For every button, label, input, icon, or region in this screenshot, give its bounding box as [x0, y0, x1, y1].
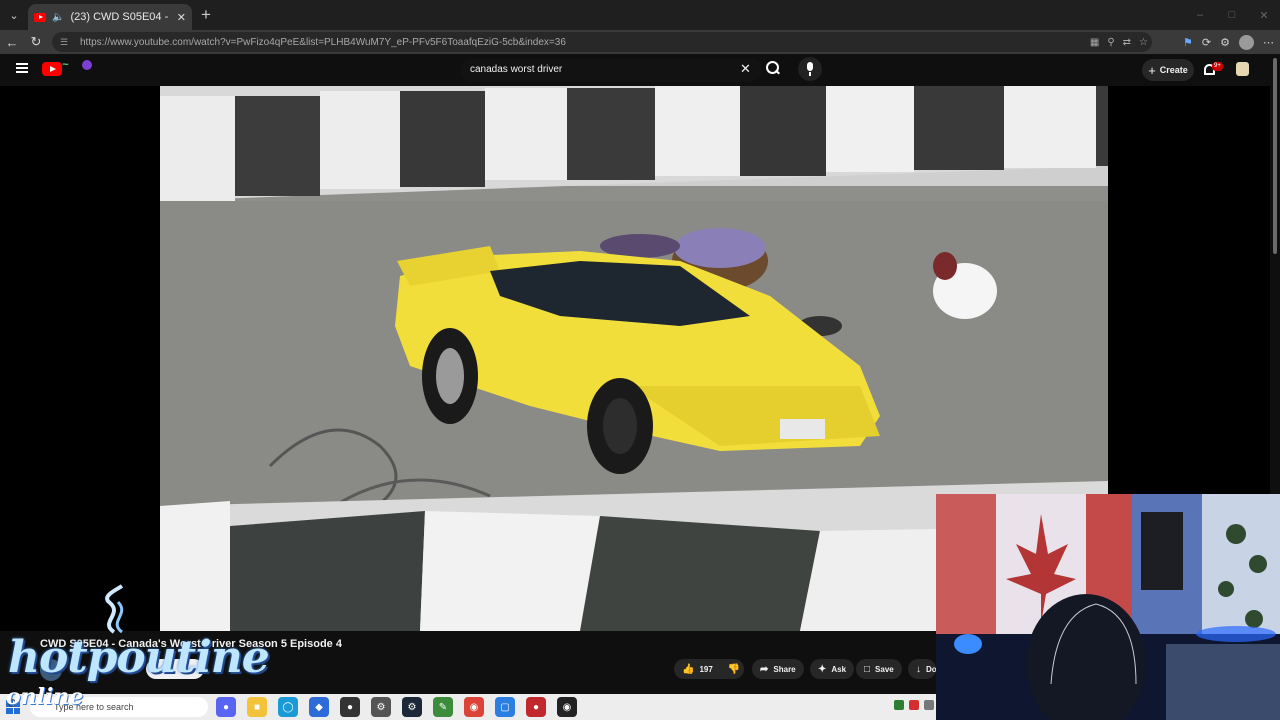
- settings-gear-icon[interactable]: ⚙: [371, 697, 391, 717]
- toolbar-icons: ⚑ ⟳ ⚙ ⋯: [1183, 30, 1274, 54]
- like-button[interactable]: 👍 197 👎: [674, 659, 744, 679]
- save-button[interactable]: □ Save: [856, 659, 902, 679]
- speaker-icon[interactable]: 🔈: [52, 12, 64, 23]
- webcam-image: [936, 494, 1280, 720]
- app-blue-icon[interactable]: ◆: [309, 697, 329, 717]
- create-label: Create: [1159, 65, 1188, 75]
- red-app-icon[interactable]: ●: [526, 697, 546, 717]
- zoom-icon[interactable]: ⚲: [1107, 37, 1114, 48]
- system-tray: [894, 700, 934, 710]
- browser-tab-strip: ⌄ 🔈 (23) CWD S05E04 - Canada's ✕ + – □ ✕: [0, 0, 1280, 30]
- browser-menu-icon[interactable]: ⋯: [1263, 36, 1274, 49]
- translate-icon[interactable]: ⇄: [1123, 37, 1131, 48]
- search-icon[interactable]: [764, 58, 780, 76]
- search-clear-icon[interactable]: ✕: [740, 61, 751, 77]
- youtube-favicon-icon: [34, 12, 46, 22]
- window-controls: – □ ✕: [1184, 0, 1280, 30]
- download-button[interactable]: ↓ Download: [908, 659, 936, 679]
- stream-logo-subtext: online: [6, 684, 84, 710]
- file-explorer-icon[interactable]: ■: [247, 697, 267, 717]
- share-arrow-icon: ➦: [760, 663, 769, 675]
- bookmark-star-icon[interactable]: ☆: [1139, 37, 1148, 48]
- save-label: Save: [875, 664, 894, 674]
- create-button[interactable]: + Create: [1142, 59, 1194, 81]
- app-window-icon[interactable]: ▢: [495, 697, 515, 717]
- thumbs-down-icon[interactable]: 👎: [728, 664, 740, 675]
- tray-app-icon-1[interactable]: [894, 700, 904, 710]
- obs-icon[interactable]: ●: [340, 697, 360, 717]
- like-count: 197: [699, 664, 713, 674]
- youtube-header: ~ canadas worst driver ✕ + Create 9+: [0, 54, 1280, 86]
- taskbar-apps: ● ■ ◯ ◆ ● ⚙ ⚙ ✎ ◉ ▢ ● ◉: [216, 697, 577, 717]
- install-app-icon[interactable]: ▦: [1090, 37, 1099, 48]
- extensions-puzzle-icon[interactable]: ⚙: [1220, 36, 1230, 49]
- browser-tab-active[interactable]: 🔈 (23) CWD S05E04 - Canada's ✕: [28, 4, 192, 30]
- sync-icon[interactable]: ⟳: [1202, 36, 1211, 49]
- stream-logo-overlay: hotpoutine online: [4, 584, 270, 720]
- extension-icon[interactable]: ⚑: [1183, 36, 1193, 49]
- search-input[interactable]: canadas worst driver: [460, 58, 762, 82]
- tray-app-icon-3[interactable]: [924, 700, 934, 710]
- download-label: Download: [926, 664, 936, 674]
- reload-icon[interactable]: ↻: [24, 34, 48, 50]
- minimize-icon[interactable]: –: [1184, 0, 1216, 30]
- tab-search-chevron-icon[interactable]: ⌄: [0, 0, 28, 30]
- webcam-overlay: [936, 494, 1280, 720]
- maximize-icon[interactable]: □: [1216, 0, 1248, 30]
- address-bar[interactable]: ☰ https://www.youtube.com/watch?v=PwFizo…: [52, 32, 1152, 52]
- voice-search-mic-icon[interactable]: [798, 57, 822, 81]
- scrollbar-thumb[interactable]: [1273, 58, 1277, 254]
- chrome-icon[interactable]: ◉: [464, 697, 484, 717]
- thumbs-up-icon: 👍: [682, 663, 695, 675]
- share-button[interactable]: ➦ Share: [752, 659, 804, 679]
- ask-button[interactable]: ✦ Ask: [810, 659, 854, 679]
- site-info-icon[interactable]: ☰: [60, 37, 74, 48]
- browser-toolbar: ← ↻ ☰ https://www.youtube.com/watch?v=Pw…: [0, 30, 1280, 54]
- address-bar-actions: ▦ ⚲ ⇄ ☆: [1090, 37, 1148, 48]
- profile-avatar[interactable]: [1239, 34, 1254, 50]
- back-arrow-icon[interactable]: ←: [0, 35, 24, 50]
- tray-app-icon-2[interactable]: [909, 700, 919, 710]
- share-label: Share: [773, 664, 796, 674]
- steam-icon[interactable]: ⚙: [402, 697, 422, 717]
- save-bookmark-icon: □: [864, 663, 871, 675]
- youtube-logo-icon[interactable]: [42, 62, 62, 76]
- account-avatar[interactable]: [1236, 62, 1249, 76]
- tab-close-icon[interactable]: ✕: [177, 11, 186, 24]
- ask-label: Ask: [831, 664, 847, 674]
- plus-icon: +: [1148, 62, 1156, 78]
- edge-browser-icon[interactable]: ◯: [278, 697, 298, 717]
- steam-swirl-icon: [105, 584, 124, 634]
- notepad-icon[interactable]: ✎: [433, 697, 453, 717]
- stream-logo-text: hotpoutine: [8, 632, 270, 683]
- notification-badge: 9+: [1212, 62, 1223, 71]
- sparkle-icon: ✦: [818, 663, 827, 675]
- url-text: https://www.youtube.com/watch?v=PwFizo4q…: [80, 36, 566, 48]
- close-window-icon[interactable]: ✕: [1248, 0, 1280, 30]
- download-icon: ↓: [916, 663, 921, 675]
- youtube-doodle-icon[interactable]: ~: [62, 59, 94, 77]
- tab-title: (23) CWD S05E04 - Canada's: [70, 11, 170, 23]
- hamburger-menu-icon[interactable]: [16, 63, 28, 73]
- new-tab-button[interactable]: +: [192, 5, 220, 25]
- record-app-icon[interactable]: ◉: [557, 697, 577, 717]
